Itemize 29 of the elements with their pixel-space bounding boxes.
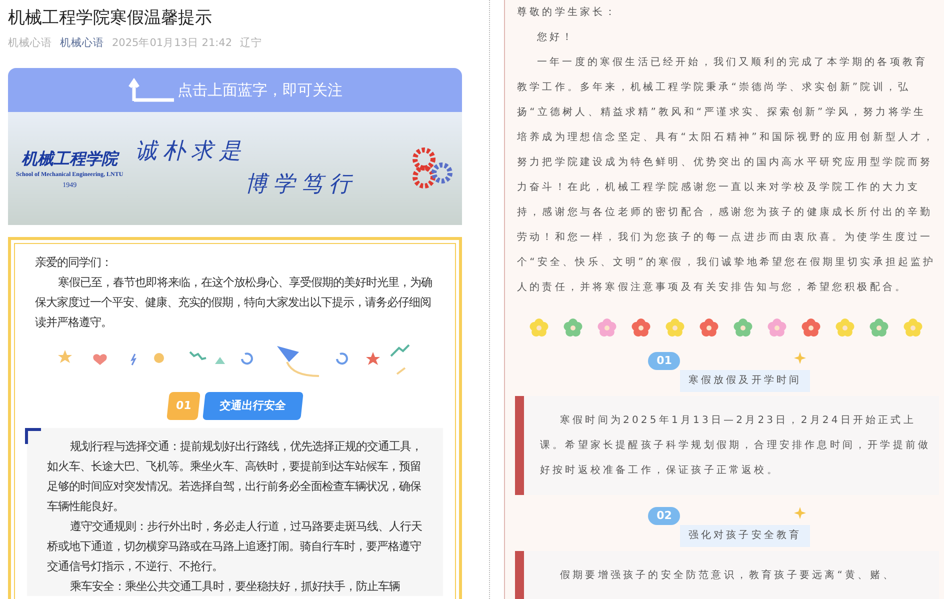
paragraph-text: 假期要增强孩子的安全防范意识，教育孩子要远离“黄、赌、 — [559, 568, 896, 583]
author-name: 机械心语 — [8, 36, 52, 51]
greeting-text: 尊敬的学生家长： — [517, 6, 619, 20]
section-title: 寒假放假及开学时间 — [680, 370, 810, 392]
arrow-up-icon — [128, 76, 174, 103]
publish-time: 2025年01月13日 21:42 — [112, 36, 232, 51]
paragraph-text: 一年一度的寒假生活已经开始，我们又顺利的完成了本学期的各项教育教学工作。多年来，机械工程学院秉承“崇德尚学、求实创新”院训，弘扬“立德树人、精益求精”教风和“严谨求实、探索创新”学风，努力将学生培养成为理想信念坚定、具有“太阳石精神”和国际视野的应用创新型人才，努力把学院建设成为特色鲜明、优势突出的国内高水平研究应用型学院而努力奋斗！在此，机械工程学院感谢您一直以来对学校及学院工作的大力支持，感谢您与各位老师的密切配合，感谢您为孩子的健康成长所付出的辛勤劳动！和您一样，我们为您孩子的每一点进步而由衷欣喜。为使学生度过一个“安全、快乐、文明”的寒假，我们诚挚地希望您在假期里切实承担起监护人的责任，并将寒假注意事项及有关安排告知与您，希望您积极配合。 — [517, 56, 937, 295]
section-number: 01 — [648, 352, 680, 370]
paragraph-text: 寒假时间为2025年1月13日—2月23日，2月24日开始正式上课。希望家长提醒孩子科学规划假期，合理安排作息时间，开学提前做好按时返校准备工作，保证孩子正常返校。 — [540, 414, 931, 478]
article-title: 机械工程学院寒假温馨提示 — [8, 7, 213, 30]
section-title: 强化对孩子安全教育 — [680, 525, 810, 547]
location-text: 辽宁 — [240, 36, 262, 51]
paragraph-text: 规划行程与选择交通：提前规划好出行路线，优先选择正规的交通工具，如火车、长途大巴、飞机等。乘坐火车、高铁时，要提前到达车站候车，预留足够的时间应对突发情况。若选择自驾，出行前务必全面检查车辆状况，确保车辆性能良好。 — [47, 438, 423, 515]
sparkle-icon — [794, 352, 806, 364]
account-link[interactable]: 机械心语 — [60, 36, 104, 52]
paragraph-text: 乘车安全：乘坐公共交通工具时，要坐稳扶好，抓好扶手，防止车辆 — [68, 578, 401, 595]
motto-text: 博学笃行 — [245, 171, 358, 200]
section-number: 02 — [648, 507, 680, 525]
greeting-text: 亲爱的同学们： — [35, 254, 113, 271]
salutation-text: 您好！ — [536, 31, 576, 45]
motto-text: 诚朴求是 — [135, 138, 248, 166]
corner-mark-icon — [25, 428, 41, 444]
section-number: 01 — [166, 392, 202, 420]
follow-hint: 点击上面蓝字，即可关注 — [178, 80, 342, 100]
paragraph-text: 寒假已至，春节也即将来临，在这个放松身心、享受假期的美好时光里，为确保大家度过一个平安、健康、充实的假期，特向大家发出以下提示，请务必仔细阅读并严格遵守。 — [35, 274, 433, 331]
paragraph-text: 遵守交通规则：步行外出时，务必走人行道，过马路要走斑马线、人行天桥或地下通道，切勿横穿马路或在马路上追逐打闹。骑自行车时，要严格遵守交通信号灯指示，不逆行、不抢行。 — [47, 518, 423, 575]
logo-name: 机械工程学院 — [22, 148, 118, 170]
section-title: 交通出行安全 — [202, 392, 304, 420]
sparkle-icon — [794, 507, 806, 519]
